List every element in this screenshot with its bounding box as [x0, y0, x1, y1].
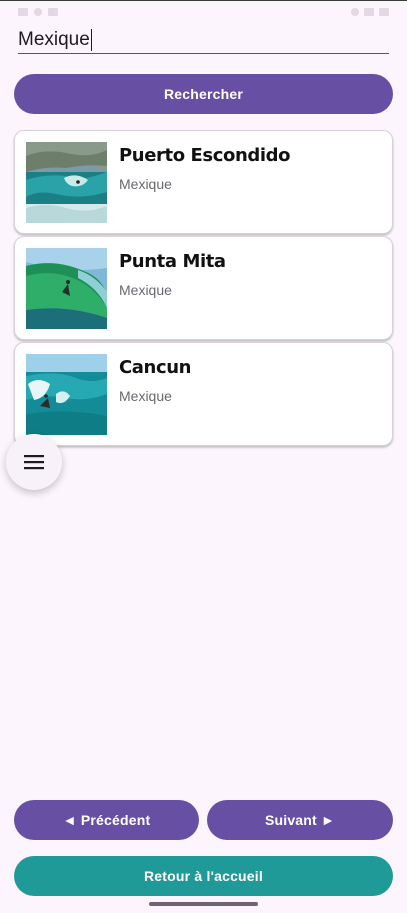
wifi-icon	[351, 8, 359, 16]
text-cursor	[90, 28, 93, 51]
result-country: Mexique	[119, 176, 172, 192]
battery-icon	[379, 8, 389, 16]
result-country: Mexique	[119, 388, 172, 404]
previous-button[interactable]: ◄ Précédent	[14, 800, 199, 840]
mail-icon	[48, 8, 58, 16]
result-title: Cancun	[119, 357, 192, 378]
result-title: Punta Mita	[119, 251, 226, 272]
hamburger-menu-icon	[24, 455, 44, 470]
navigation-handle[interactable]	[149, 902, 258, 906]
notification-dot-icon	[34, 8, 42, 16]
status-bar	[0, 0, 407, 24]
status-right	[351, 8, 389, 16]
wave-photo-icon	[26, 248, 107, 329]
search-input-value: Mexique	[18, 28, 90, 50]
wave-photo-icon	[26, 142, 107, 223]
search-input[interactable]: Mexique	[18, 26, 389, 54]
back-home-button[interactable]: Retour à l'accueil	[14, 856, 393, 896]
result-country: Mexique	[119, 282, 172, 298]
screen: Mexique Rechercher Puerto Escondido Mexi…	[0, 0, 407, 913]
result-card[interactable]: Cancun Mexique	[14, 342, 393, 446]
search-button[interactable]: Rechercher	[14, 74, 393, 114]
result-title: Puerto Escondido	[119, 145, 291, 166]
wave-photo-icon	[26, 354, 107, 435]
result-card[interactable]: Punta Mita Mexique	[14, 236, 393, 340]
menu-button[interactable]	[6, 434, 62, 490]
signal-icon	[364, 8, 374, 16]
next-button[interactable]: Suivant ►	[207, 800, 393, 840]
result-card[interactable]: Puerto Escondido Mexique	[14, 130, 393, 234]
notification-icon	[18, 8, 28, 16]
status-left	[18, 8, 58, 16]
